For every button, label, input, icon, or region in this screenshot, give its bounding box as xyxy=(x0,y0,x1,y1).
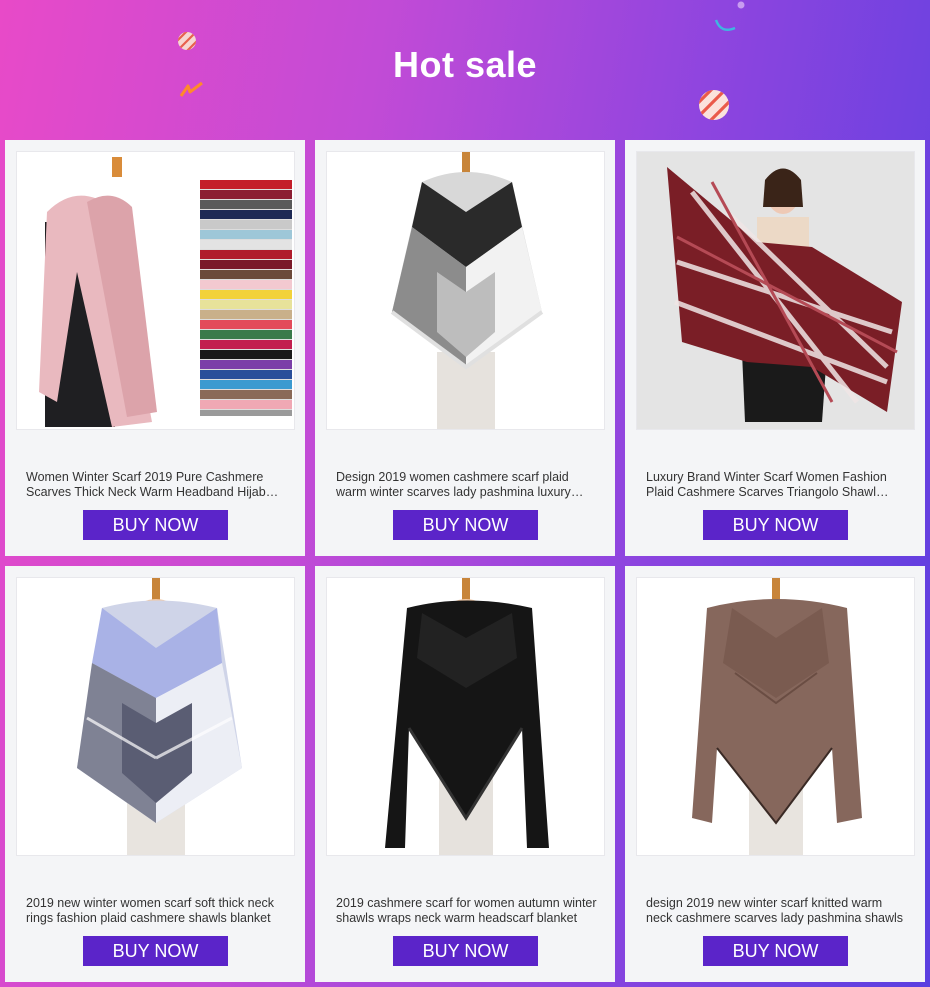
confetti-icon xyxy=(714,19,736,31)
product-card[interactable]: Women Winter Scarf 2019 Pure Cashmere Sc… xyxy=(5,140,305,556)
buy-now-button[interactable]: BUY NOW xyxy=(703,510,848,540)
product-description[interactable]: 2019 new winter women scarf soft thick n… xyxy=(26,896,288,926)
confetti-icon xyxy=(737,1,745,9)
pink-scarf-image xyxy=(17,152,294,429)
grey-plaid-scarf-image xyxy=(327,152,604,429)
product-description[interactable]: Design 2019 women cashmere scarf plaid w… xyxy=(336,470,598,500)
product-image[interactable] xyxy=(636,151,915,430)
striped-ball-icon xyxy=(178,32,196,50)
product-card[interactable]: 2019 new winter women scarf soft thick n… xyxy=(5,566,305,982)
buy-now-button[interactable]: BUY NOW xyxy=(83,510,228,540)
product-image[interactable] xyxy=(16,151,295,430)
page-title: Hot sale xyxy=(392,44,538,85)
product-card[interactable]: 2019 cashmere scarf for women autumn win… xyxy=(315,566,615,982)
burgundy-plaid-model-image xyxy=(637,152,914,429)
product-description[interactable]: 2019 cashmere scarf for women autumn win… xyxy=(336,896,598,926)
lavender-plaid-scarf-image xyxy=(17,578,294,855)
product-image[interactable] xyxy=(326,151,605,430)
confetti-icon xyxy=(179,81,203,97)
striped-ball-icon xyxy=(699,90,729,120)
brown-scarf-image xyxy=(637,578,914,855)
buy-now-button[interactable]: BUY NOW xyxy=(703,936,848,966)
product-description[interactable]: design 2019 new winter scarf knitted war… xyxy=(646,896,908,926)
hot-sale-banner: Hot sale xyxy=(0,0,930,140)
buy-now-button[interactable]: BUY NOW xyxy=(393,936,538,966)
buy-now-button[interactable]: BUY NOW xyxy=(393,510,538,540)
product-description[interactable]: Luxury Brand Winter Scarf Women Fashion … xyxy=(646,470,908,500)
product-description[interactable]: Women Winter Scarf 2019 Pure Cashmere Sc… xyxy=(26,470,288,500)
product-card[interactable]: Design 2019 women cashmere scarf plaid w… xyxy=(315,140,615,556)
product-image[interactable] xyxy=(636,577,915,856)
product-card[interactable]: Luxury Brand Winter Scarf Women Fashion … xyxy=(625,140,925,556)
black-scarf-image xyxy=(327,578,604,855)
product-card[interactable]: design 2019 new winter scarf knitted war… xyxy=(625,566,925,982)
product-image[interactable] xyxy=(326,577,605,856)
buy-now-button[interactable]: BUY NOW xyxy=(83,936,228,966)
product-image[interactable] xyxy=(16,577,295,856)
